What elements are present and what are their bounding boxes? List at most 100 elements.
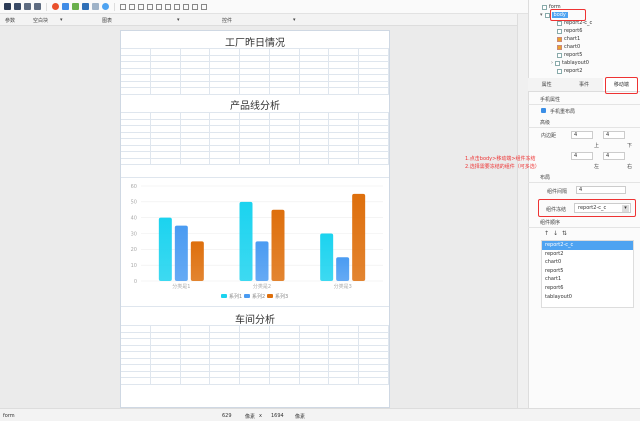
table-cell[interactable] bbox=[181, 339, 211, 345]
table-cell[interactable] bbox=[359, 62, 390, 68]
table-cell[interactable] bbox=[240, 139, 270, 145]
table-cell[interactable] bbox=[240, 332, 270, 338]
table-cell[interactable] bbox=[210, 119, 241, 125]
table-cell[interactable] bbox=[210, 88, 241, 94]
table-cell[interactable] bbox=[210, 352, 241, 358]
table-cell[interactable] bbox=[300, 358, 330, 364]
chevron-down-icon[interactable]: ▾ bbox=[60, 17, 63, 23]
table-cell[interactable] bbox=[329, 139, 360, 145]
table-cell[interactable] bbox=[359, 132, 390, 138]
tree-item-chart0[interactable]: chart0 bbox=[557, 44, 580, 50]
tree-item-report6[interactable]: report6 bbox=[557, 28, 582, 34]
table-cell[interactable] bbox=[240, 326, 270, 332]
table-cell[interactable] bbox=[359, 332, 390, 338]
table-cell[interactable] bbox=[121, 326, 151, 332]
table-cell[interactable] bbox=[151, 139, 181, 145]
table-cell[interactable] bbox=[181, 68, 211, 74]
table-cell[interactable] bbox=[151, 113, 181, 119]
table-cell[interactable] bbox=[329, 152, 360, 158]
chevron-down-icon[interactable]: ▾ bbox=[540, 12, 543, 18]
table-cell[interactable] bbox=[181, 326, 211, 332]
table-cell[interactable] bbox=[121, 139, 151, 145]
pie-chart-icon[interactable] bbox=[52, 3, 59, 10]
report-grid[interactable] bbox=[121, 325, 390, 385]
table-cell[interactable] bbox=[329, 339, 360, 345]
table-cell[interactable] bbox=[181, 88, 211, 94]
table-cell[interactable] bbox=[240, 68, 270, 74]
table-cell[interactable] bbox=[240, 113, 270, 119]
table-cell[interactable] bbox=[359, 81, 390, 87]
table-cell[interactable] bbox=[329, 68, 360, 74]
table-cell[interactable] bbox=[300, 339, 330, 345]
table-cell[interactable] bbox=[359, 358, 390, 364]
table-cell[interactable] bbox=[151, 119, 181, 125]
table-cell[interactable] bbox=[181, 378, 211, 384]
redo-icon[interactable] bbox=[34, 3, 41, 10]
table-cell[interactable] bbox=[270, 352, 300, 358]
table-cell[interactable] bbox=[181, 119, 211, 125]
tab-icon[interactable] bbox=[92, 3, 99, 10]
table-cell[interactable] bbox=[151, 68, 181, 74]
chevron-down-icon[interactable]: ▾ bbox=[177, 17, 180, 23]
table-cell[interactable] bbox=[240, 132, 270, 138]
chart-category-label[interactable]: 图表 bbox=[102, 17, 112, 24]
table-cell[interactable] bbox=[329, 358, 360, 364]
table-cell[interactable] bbox=[300, 365, 330, 371]
table-cell[interactable] bbox=[270, 326, 300, 332]
table-cell[interactable] bbox=[359, 119, 390, 125]
table-cell[interactable] bbox=[240, 119, 270, 125]
tree-item-tablayout0[interactable]: › tablayout0 bbox=[551, 60, 589, 66]
table-cell[interactable] bbox=[240, 49, 270, 55]
table-cell[interactable] bbox=[329, 62, 360, 68]
table-cell[interactable] bbox=[240, 345, 270, 351]
table-cell[interactable] bbox=[300, 352, 330, 358]
table-cell[interactable] bbox=[359, 113, 390, 119]
table-cell[interactable] bbox=[240, 371, 270, 377]
table-cell[interactable] bbox=[210, 152, 241, 158]
list-item[interactable]: tablayout0 bbox=[542, 293, 633, 302]
combo-icon[interactable] bbox=[156, 3, 162, 10]
table-cell[interactable] bbox=[300, 81, 330, 87]
table-cell[interactable] bbox=[121, 365, 151, 371]
widget-icon[interactable] bbox=[102, 3, 109, 10]
table-cell[interactable] bbox=[181, 358, 211, 364]
table-cell[interactable] bbox=[151, 158, 181, 164]
table-cell[interactable] bbox=[210, 81, 241, 87]
table-cell[interactable] bbox=[240, 88, 270, 94]
table-cell[interactable] bbox=[240, 339, 270, 345]
report-grid[interactable] bbox=[121, 48, 390, 95]
table-cell[interactable] bbox=[151, 332, 181, 338]
table-cell[interactable] bbox=[181, 158, 211, 164]
table-cell[interactable] bbox=[210, 145, 241, 151]
table-cell[interactable] bbox=[270, 113, 300, 119]
table-cell[interactable] bbox=[270, 68, 300, 74]
table-cell[interactable] bbox=[240, 55, 270, 61]
table-cell[interactable] bbox=[270, 62, 300, 68]
table-cell[interactable] bbox=[121, 371, 151, 377]
table-cell[interactable] bbox=[300, 49, 330, 55]
tree-item-chart1[interactable]: chart1 bbox=[557, 36, 580, 42]
table-cell[interactable] bbox=[300, 158, 330, 164]
mobile-layout-checkbox[interactable] bbox=[541, 108, 546, 113]
table-cell[interactable] bbox=[151, 352, 181, 358]
table-cell[interactable] bbox=[329, 49, 360, 55]
table-cell[interactable] bbox=[329, 88, 360, 94]
table-cell[interactable] bbox=[151, 132, 181, 138]
table-cell[interactable] bbox=[359, 345, 390, 351]
table-cell[interactable] bbox=[270, 152, 300, 158]
table-cell[interactable] bbox=[181, 345, 211, 351]
table-cell[interactable] bbox=[121, 378, 151, 384]
table-cell[interactable] bbox=[270, 55, 300, 61]
table-cell[interactable] bbox=[181, 139, 211, 145]
padding-bottom-input[interactable]: 4 bbox=[603, 131, 625, 139]
bar-chart-icon[interactable] bbox=[62, 3, 69, 10]
table-cell[interactable] bbox=[270, 158, 300, 164]
table-cell[interactable] bbox=[300, 68, 330, 74]
table-cell[interactable] bbox=[329, 345, 360, 351]
button-icon[interactable] bbox=[192, 3, 198, 10]
table-cell[interactable] bbox=[270, 139, 300, 145]
table-cell[interactable] bbox=[270, 81, 300, 87]
table-cell[interactable] bbox=[270, 358, 300, 364]
table-cell[interactable] bbox=[329, 81, 360, 87]
table-cell[interactable] bbox=[210, 365, 241, 371]
